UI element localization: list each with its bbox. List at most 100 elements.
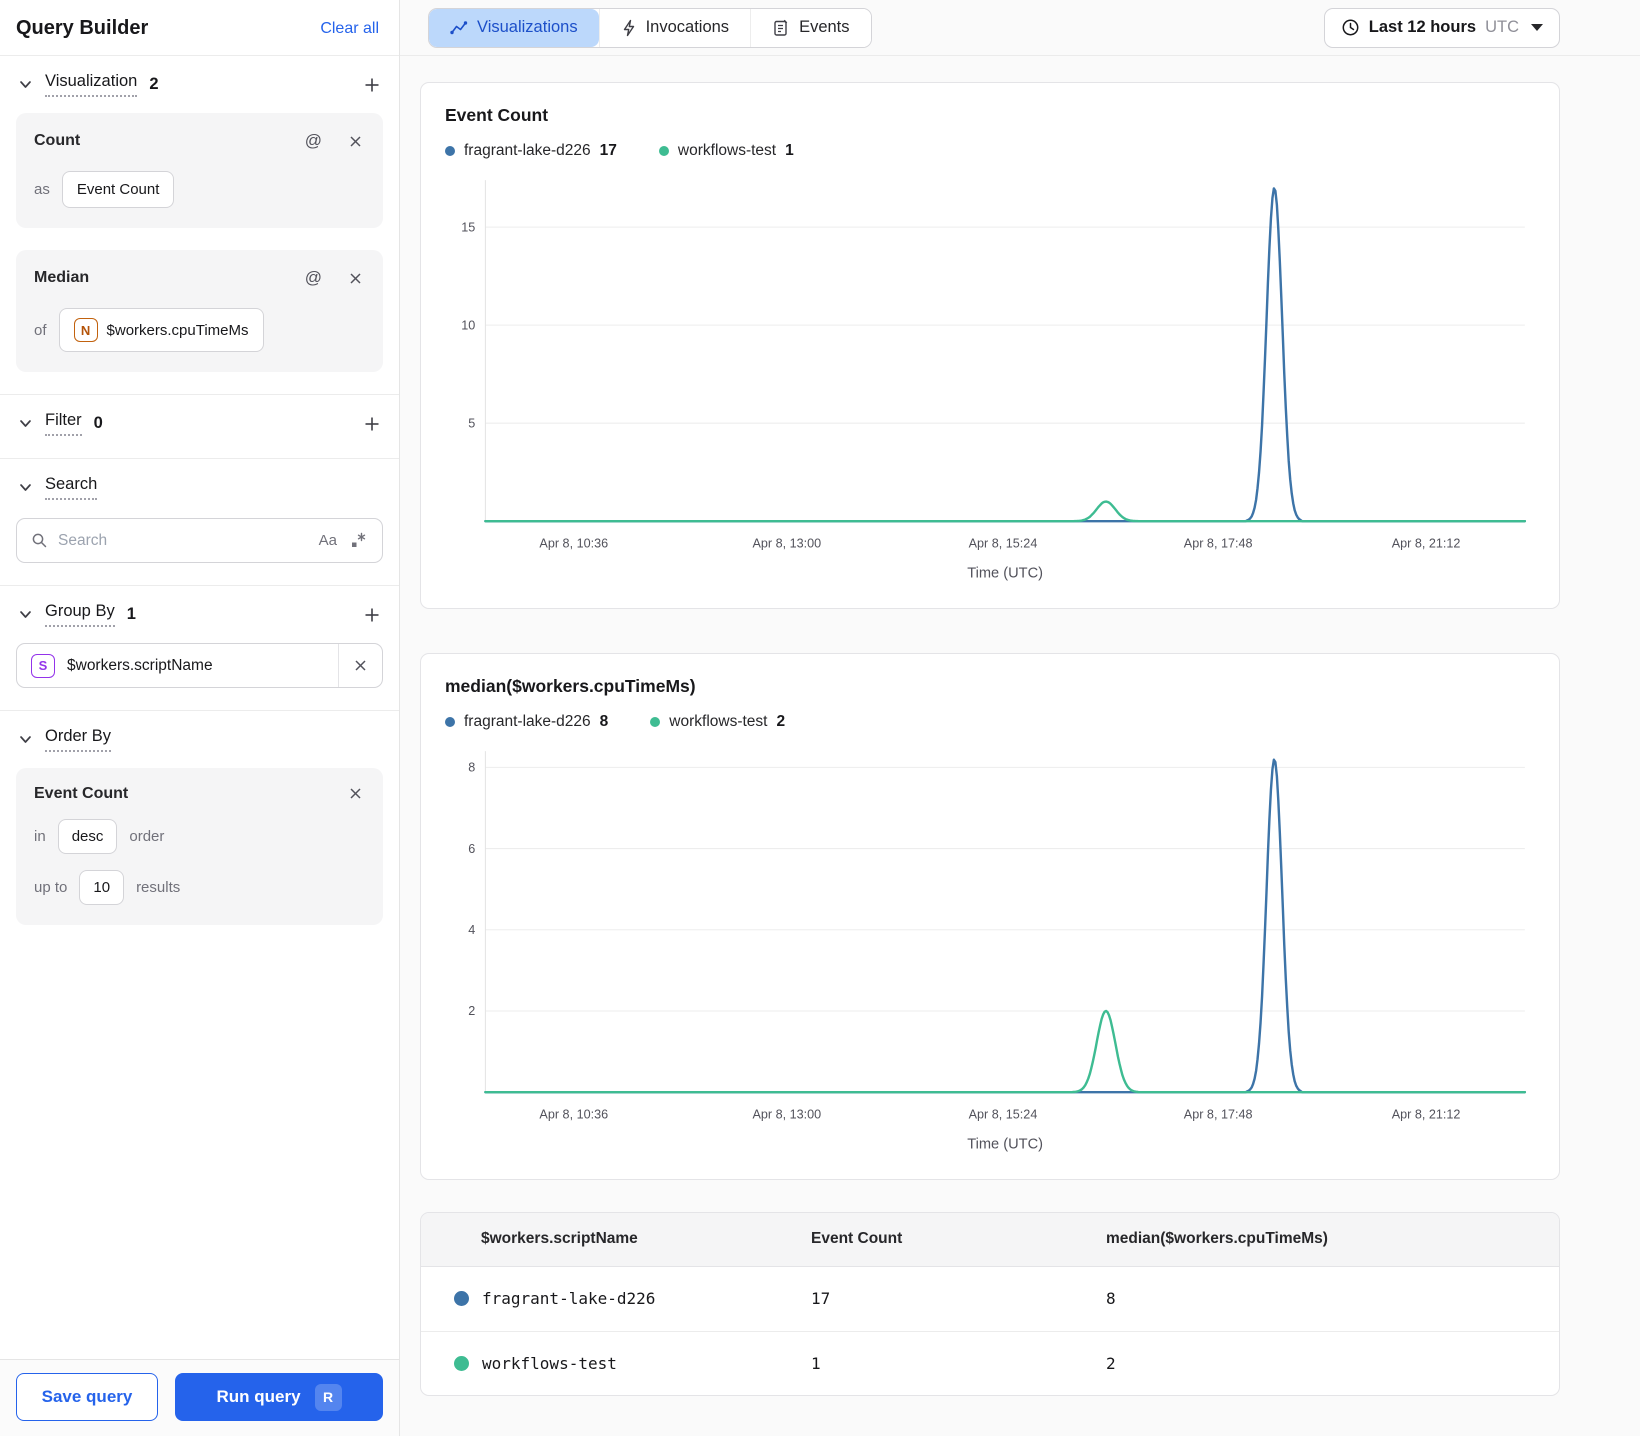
sidebar-header: Query Builder Clear all — [0, 0, 399, 56]
group-by-item[interactable]: S $workers.scriptName — [16, 643, 383, 688]
section-order-by: Order By Event Count in desc order up to… — [0, 710, 399, 947]
event-log-icon — [772, 19, 790, 37]
chevron-down-icon[interactable] — [16, 414, 35, 433]
caret-down-icon — [1531, 24, 1543, 31]
section-visualization: Visualization 2 Count @ as Event Count M… — [0, 56, 399, 394]
run-shortcut-badge: R — [314, 1383, 342, 1411]
series-color-dot — [454, 1355, 469, 1371]
svg-text:Apr 8, 13:00: Apr 8, 13:00 — [752, 1107, 821, 1121]
chart-line-icon — [450, 20, 468, 36]
legend-dot — [658, 146, 669, 156]
legend-item[interactable]: workflows-test 1 — [658, 142, 794, 160]
svg-text:Apr 8, 15:24: Apr 8, 15:24 — [969, 1107, 1038, 1121]
chevron-down-icon[interactable] — [16, 75, 35, 94]
order-by-section-label: Order By — [45, 727, 112, 752]
svg-text:10: 10 — [461, 318, 475, 332]
add-group-by-button[interactable] — [361, 604, 383, 626]
search-input[interactable] — [58, 531, 309, 550]
legend-dot — [445, 146, 455, 156]
svg-text:Apr 8, 13:00: Apr 8, 13:00 — [752, 536, 821, 550]
chevron-down-icon[interactable] — [16, 730, 35, 749]
order-by-field: Event Count — [34, 784, 129, 802]
match-case-toggle[interactable]: Aa — [319, 532, 337, 549]
alias-at-icon[interactable]: @ — [303, 266, 324, 290]
section-filter: Filter 0 — [0, 394, 399, 458]
tab-events[interactable]: Events — [750, 8, 871, 47]
alias-at-icon[interactable]: @ — [303, 129, 324, 153]
column-header: Event Count — [811, 1230, 903, 1248]
up-to-label: up to — [34, 879, 68, 896]
order-label: order — [129, 828, 165, 845]
group-by-section-label: Group By — [45, 602, 115, 627]
table-row[interactable]: workflows-test 1 2 — [421, 1330, 1559, 1395]
svg-text:Apr 8, 21:12: Apr 8, 21:12 — [1392, 536, 1461, 550]
svg-text:Time (UTC): Time (UTC) — [967, 566, 1043, 582]
svg-text:4: 4 — [468, 923, 475, 937]
results-table: $workers.scriptName Event Count median($… — [420, 1211, 1560, 1396]
page-title: Query Builder — [16, 17, 149, 39]
search-box: Aa — [16, 518, 383, 563]
line-chart-plot: 2 4 6 8 Apr 8, 10:36 Apr 8, 13:00 Apr 8, 15:24… — [445, 743, 1541, 1163]
section-search: Search Aa — [0, 458, 399, 585]
order-by-card: Event Count in desc order up to 10 resul… — [16, 768, 383, 925]
save-query-button[interactable]: Save query — [16, 1373, 158, 1421]
table-header-row: $workers.scriptName Event Count median($… — [421, 1212, 1559, 1267]
table-row[interactable]: fragrant-lake-d226 17 8 — [421, 1267, 1559, 1331]
svg-text:Apr 8, 17:48: Apr 8, 17:48 — [1184, 536, 1253, 550]
sidebar-footer: Save query Run query R — [0, 1359, 399, 1436]
add-filter-button[interactable] — [361, 413, 383, 435]
query-builder-sidebar: Query Builder Clear all Visualization 2 … — [0, 0, 400, 1436]
legend-item[interactable]: fragrant-lake-d226 8 — [445, 713, 608, 731]
chevron-down-icon[interactable] — [16, 478, 35, 497]
svg-text:5: 5 — [468, 416, 475, 430]
sort-direction-selector[interactable]: desc — [57, 819, 118, 854]
of-label: of — [34, 321, 47, 339]
close-icon[interactable] — [346, 132, 365, 151]
line-chart-plot: 5 10 15 Apr 8, 10:36 Apr 8, 13:00 Apr 8, 15:2… — [445, 172, 1541, 592]
remove-group-by-button[interactable] — [338, 644, 382, 687]
script-name: workflows-test — [482, 1353, 617, 1373]
svg-text:Apr 8, 17:48: Apr 8, 17:48 — [1184, 1107, 1253, 1121]
visualization-card-median: Median @ of N $workers.cpuTimeMs — [16, 250, 383, 372]
filter-section-label: Filter — [45, 411, 82, 436]
svg-text:Apr 8, 15:24: Apr 8, 15:24 — [969, 536, 1038, 550]
tab-invocations[interactable]: Invocations — [598, 8, 751, 47]
close-icon[interactable] — [346, 269, 365, 288]
event-count-value: 1 — [811, 1353, 821, 1373]
lightning-bolt-icon — [621, 19, 637, 37]
in-label: in — [34, 828, 46, 845]
chevron-down-icon[interactable] — [16, 605, 35, 624]
result-limit-input[interactable]: 10 — [79, 870, 125, 905]
svg-text:Time (UTC): Time (UTC) — [967, 1137, 1043, 1153]
close-icon[interactable] — [346, 784, 365, 803]
numeric-field-badge: N — [73, 318, 98, 342]
median-field-selector[interactable]: N $workers.cpuTimeMs — [58, 308, 264, 352]
median-value: 8 — [1106, 1289, 1116, 1309]
legend-item[interactable]: fragrant-lake-d226 17 — [445, 142, 617, 160]
svg-text:8: 8 — [468, 760, 475, 774]
column-header: $workers.scriptName — [481, 1230, 638, 1248]
as-label: as — [34, 181, 50, 198]
viz-card-title: Count — [34, 132, 81, 149]
tab-visualizations[interactable]: Visualizations — [429, 8, 599, 47]
add-visualization-button[interactable] — [361, 74, 383, 96]
regex-toggle-icon[interactable] — [347, 529, 370, 552]
count-alias-field[interactable]: Event Count — [61, 171, 175, 208]
script-name: fragrant-lake-d226 — [482, 1289, 656, 1309]
svg-text:6: 6 — [468, 842, 475, 856]
chart-legend: fragrant-lake-d226 17 workflows-test 1 — [445, 142, 1541, 160]
results-label: results — [136, 879, 181, 896]
topbar: Visualizations Invocations Events Last 1… — [400, 0, 1640, 56]
event-count-chart-card: Event Count fragrant-lake-d226 17 workfl… — [420, 82, 1560, 609]
clear-all-button[interactable]: Clear all — [320, 20, 379, 38]
svg-text:Apr 8, 10:36: Apr 8, 10:36 — [539, 536, 608, 550]
view-tabs: Visualizations Invocations Events — [428, 7, 872, 48]
time-range-selector[interactable]: Last 12 hours UTC — [1323, 7, 1560, 48]
legend-item[interactable]: workflows-test 2 — [650, 713, 785, 731]
legend-dot — [650, 716, 661, 727]
results-area: Event Count fragrant-lake-d226 17 workfl… — [400, 56, 1640, 1436]
median-value: 2 — [1106, 1353, 1116, 1373]
run-query-button[interactable]: Run query R — [175, 1373, 383, 1421]
visualization-card-count: Count @ as Event Count — [16, 113, 383, 228]
viz-card-title: Median — [34, 269, 90, 286]
